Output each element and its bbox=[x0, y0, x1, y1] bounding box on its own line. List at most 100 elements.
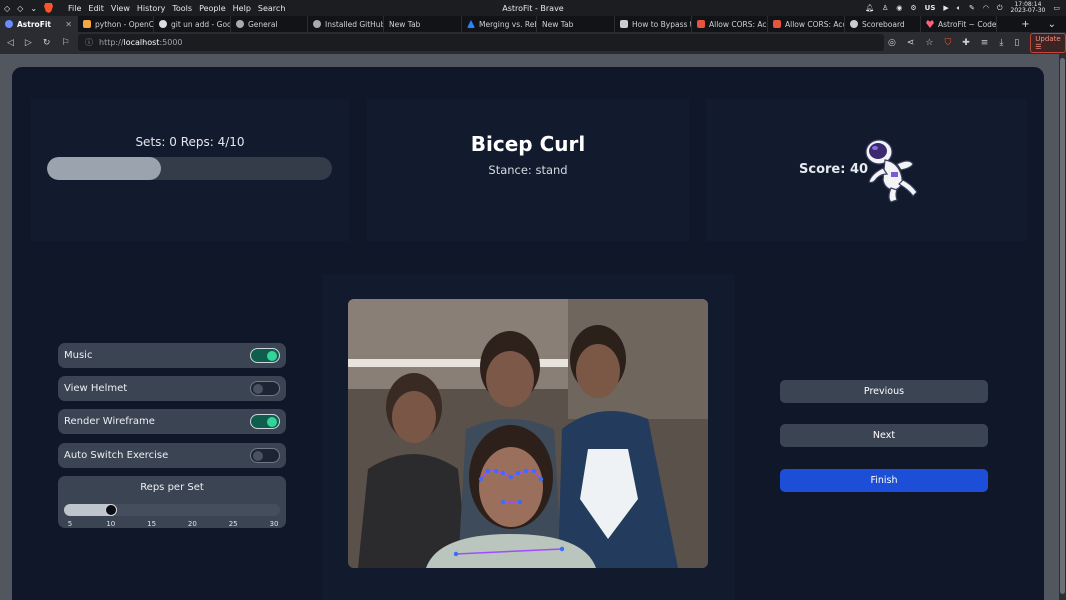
reps-per-set-title: Reps per Set bbox=[140, 482, 204, 493]
tab-installed-github[interactable]: Installed GitHub bbox=[308, 16, 384, 32]
tab-astrofit[interactable]: AstroFit ✕ bbox=[0, 16, 78, 32]
toggle-label: Music bbox=[64, 350, 93, 361]
update-button[interactable]: Update ☰ bbox=[1030, 33, 1066, 53]
discord-icon[interactable]: ◉ bbox=[896, 4, 902, 12]
previous-button[interactable]: Previous bbox=[780, 380, 988, 403]
toggle-label: View Helmet bbox=[64, 383, 128, 394]
user-icon[interactable]: ♙ bbox=[882, 4, 888, 12]
reps-per-set-slider[interactable] bbox=[64, 504, 280, 516]
music-switch[interactable] bbox=[250, 348, 280, 363]
tab-allow-cors-2[interactable]: Allow CORS: Acc bbox=[768, 16, 845, 32]
slider-tick-label: 15 bbox=[147, 520, 157, 528]
diamond-icon[interactable]: ◇ bbox=[17, 4, 23, 13]
camera-permission-icon[interactable]: ◎ bbox=[888, 38, 896, 48]
next-button[interactable]: Next bbox=[780, 424, 988, 447]
url-input[interactable]: ⓘ http://localhost:5000 bbox=[78, 34, 884, 51]
exercise-title: Bicep Curl bbox=[470, 132, 586, 156]
switch-knob bbox=[267, 416, 277, 427]
reload-button[interactable]: ↻ bbox=[43, 38, 51, 48]
score-card: Score: 40 bbox=[706, 99, 1026, 241]
star-icon[interactable]: ☆ bbox=[925, 38, 933, 48]
render-wireframe-switch[interactable] bbox=[250, 414, 280, 429]
tab-allow-cors-1[interactable]: Allow CORS: Acc bbox=[692, 16, 768, 32]
page-scrollbar[interactable] bbox=[1059, 54, 1066, 600]
finish-button[interactable]: Finish bbox=[780, 469, 988, 492]
github-icon bbox=[236, 20, 244, 28]
tab-label: AstroFit bbox=[17, 19, 51, 29]
update-label: Update bbox=[1035, 35, 1061, 43]
auto-switch-exercise-toggle-row[interactable]: Auto Switch Exercise bbox=[58, 443, 286, 468]
share-icon[interactable]: ⋖ bbox=[907, 38, 915, 48]
cors-extension-icon bbox=[697, 20, 705, 28]
tab-label: General bbox=[248, 19, 278, 29]
slider-ticks: 5 10 15 20 25 30 bbox=[64, 520, 280, 530]
switch-knob bbox=[267, 350, 277, 361]
url-host: localhost bbox=[123, 38, 160, 47]
view-helmet-switch[interactable] bbox=[250, 381, 280, 396]
render-wireframe-toggle-row[interactable]: Render Wireframe bbox=[58, 409, 286, 434]
sidebar-icon[interactable]: ▯ bbox=[1014, 38, 1019, 48]
auto-switch-exercise-switch[interactable] bbox=[250, 448, 280, 463]
tab-git-unadd[interactable]: git un add - Goo bbox=[154, 16, 231, 32]
view-helmet-toggle-row[interactable]: View Helmet bbox=[58, 376, 286, 401]
playlist-icon[interactable]: ≡ bbox=[981, 38, 989, 48]
tab-new-tab-2[interactable]: New Tab bbox=[537, 16, 615, 32]
play-icon[interactable]: ▶ bbox=[943, 4, 948, 12]
menu-history[interactable]: History bbox=[137, 4, 165, 13]
menu-search[interactable]: Search bbox=[258, 4, 285, 13]
menu-view[interactable]: View bbox=[111, 4, 130, 13]
globe-icon bbox=[850, 20, 858, 28]
atlassian-icon bbox=[467, 20, 475, 28]
menu-people[interactable]: People bbox=[199, 4, 226, 13]
tab-merging-vs-rebase[interactable]: Merging vs. Reb bbox=[462, 16, 537, 32]
extensions-icon[interactable]: ✚ bbox=[962, 38, 970, 48]
volume-icon[interactable]: 🔈︎ bbox=[957, 4, 961, 13]
forward-button[interactable]: ▷ bbox=[25, 38, 32, 48]
tab-general[interactable]: General bbox=[231, 16, 308, 32]
info-icon[interactable]: ⓘ bbox=[85, 37, 93, 48]
tab-label: AstroFit ~ CodeS bbox=[938, 19, 997, 29]
astrofit-tab-icon bbox=[5, 20, 13, 28]
tab-scoreboard[interactable]: Scoreboard bbox=[845, 16, 921, 32]
reps-per-set-panel: Reps per Set 5 10 15 20 25 30 bbox=[58, 476, 286, 528]
clock[interactable]: 17:08:14 2023-07-30 bbox=[1011, 2, 1046, 14]
toggle-label: Render Wireframe bbox=[64, 416, 155, 427]
chevron-down-icon[interactable]: ⌄ bbox=[30, 4, 37, 13]
tab-how-to-bypass[interactable]: How to Bypass th bbox=[615, 16, 692, 32]
tab-astrofit-codesandbox[interactable]: AstroFit ~ CodeS bbox=[921, 16, 997, 32]
download-icon[interactable]: ⤓ bbox=[999, 38, 1003, 48]
wifi-icon[interactable]: ◠ bbox=[983, 4, 989, 12]
github-icon bbox=[313, 20, 321, 28]
keyboard-layout[interactable]: US bbox=[925, 4, 936, 12]
bookmark-icon[interactable]: ⚐ bbox=[61, 38, 69, 48]
new-tab-button[interactable]: + bbox=[1021, 19, 1029, 30]
power-icon[interactable]: ⏻ bbox=[997, 4, 1003, 13]
activities-icon[interactable]: ◇ bbox=[4, 4, 10, 13]
tab-list-chevron-icon[interactable]: ⌄ bbox=[1048, 19, 1056, 30]
address-bar: ◁ ▷ ↻ ⚐ ⓘ http://localhost:5000 ◎ ⋖ ☆ ⛉ … bbox=[0, 32, 1066, 54]
edit-icon[interactable]: ✎ bbox=[969, 4, 975, 12]
brave-shields-icon[interactable]: ⛉ bbox=[944, 38, 951, 48]
url-prefix: http:// bbox=[99, 38, 124, 47]
brave-logo-icon[interactable] bbox=[44, 3, 54, 13]
tab-label: Allow CORS: Acc bbox=[709, 19, 768, 29]
menu-help[interactable]: Help bbox=[233, 4, 251, 13]
window-icon[interactable]: ▭ bbox=[1053, 4, 1060, 12]
bell-icon[interactable]: 🔔︎ bbox=[865, 4, 874, 12]
settings-icon[interactable]: ⚙ bbox=[910, 4, 916, 12]
tab-new-tab[interactable]: New Tab bbox=[384, 16, 462, 32]
music-toggle-row[interactable]: Music bbox=[58, 343, 286, 368]
menu-file[interactable]: File bbox=[68, 4, 81, 13]
tab-label: New Tab bbox=[389, 19, 421, 29]
slider-thumb[interactable] bbox=[104, 504, 117, 516]
menu-edit[interactable]: Edit bbox=[88, 4, 104, 13]
menu-tools[interactable]: Tools bbox=[172, 4, 192, 13]
cors-extension-icon bbox=[773, 20, 781, 28]
url-text: http://localhost:5000 bbox=[99, 38, 183, 47]
close-tab-icon[interactable]: ✕ bbox=[65, 20, 72, 29]
slider-tick-label: 10 bbox=[106, 520, 116, 528]
tab-label: New Tab bbox=[542, 19, 574, 29]
scrollbar-thumb[interactable] bbox=[1060, 58, 1065, 594]
back-button[interactable]: ◁ bbox=[7, 38, 14, 48]
tab-python-opencv[interactable]: python - OpenC bbox=[78, 16, 154, 32]
